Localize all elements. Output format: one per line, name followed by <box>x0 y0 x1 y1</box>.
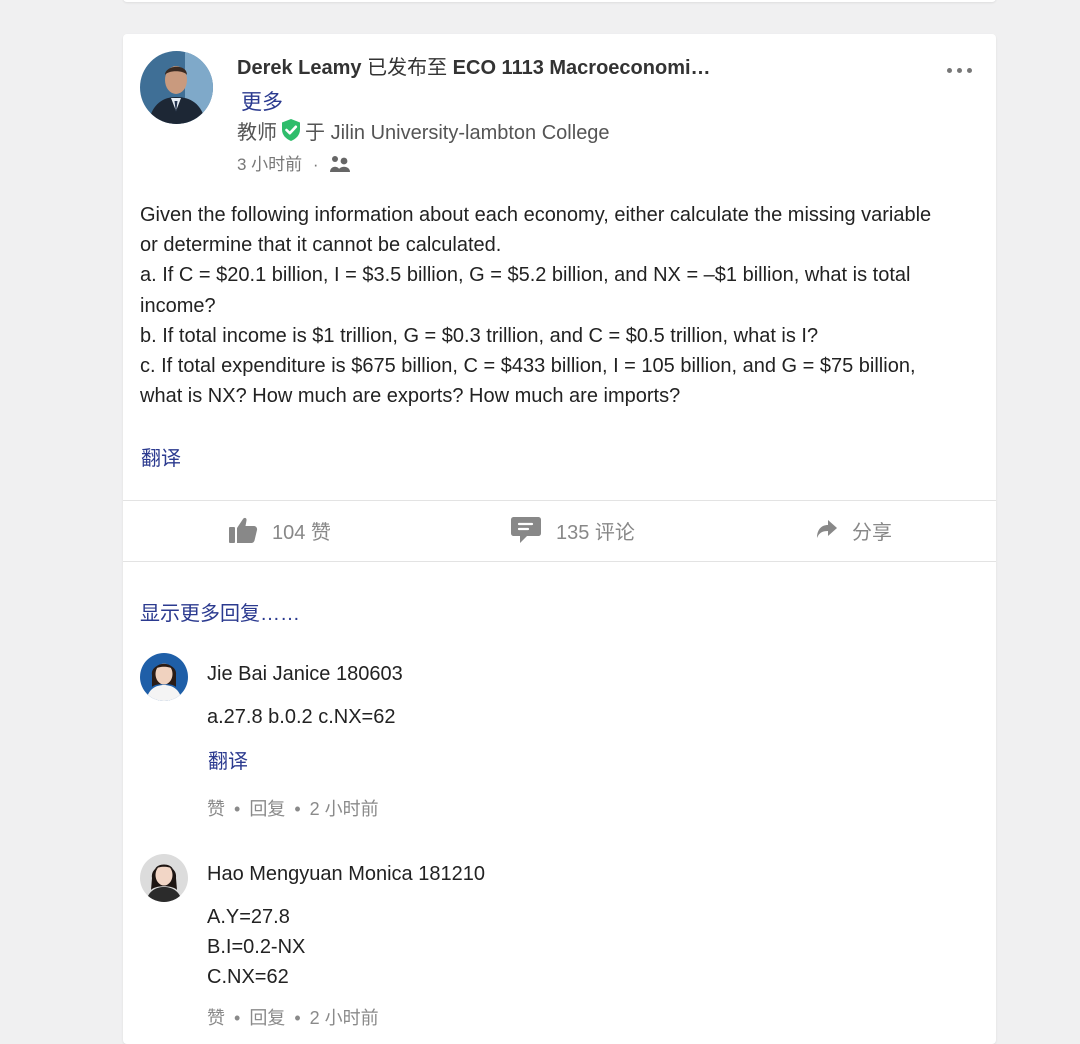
post-translate-link[interactable]: 翻译 <box>141 442 181 471</box>
commenter-avatar[interactable] <box>140 854 188 902</box>
thumbs-up-icon <box>228 516 272 544</box>
share-button[interactable]: 分享 <box>816 514 892 546</box>
comment-time: 2 小时前 <box>309 799 379 819</box>
header-more-link[interactable]: 更多 <box>241 86 283 116</box>
author-avatar[interactable] <box>140 51 213 124</box>
comment-like-link[interactable]: 赞 <box>207 799 225 819</box>
meta-bullet: • <box>294 799 301 819</box>
post-body-line: income? <box>140 294 216 317</box>
divider <box>123 500 996 501</box>
post-body-line: b. If total income is $1 trillion, G = $… <box>140 324 819 347</box>
like-button[interactable]: 104 赞 <box>228 514 331 546</box>
comment-like-link[interactable]: 赞 <box>207 1008 225 1028</box>
post-header: Derek Leamy 已发布至 ECO 1113 Macroeconomi… <box>237 55 797 81</box>
commenter-avatar-image <box>140 854 188 902</box>
meta-bullet: • <box>234 1008 241 1028</box>
comment-icon <box>510 515 556 545</box>
meta-separator: · <box>312 155 319 174</box>
comment-translate-link[interactable]: 翻译 <box>208 745 248 774</box>
like-count-label: 104 赞 <box>272 521 331 544</box>
comment-text-line: B.I=0.2-NX <box>207 936 306 958</box>
author-role-line: 教师 于 Jilin University-lambton College <box>237 116 610 148</box>
post-body-line: what is NX? How much are exports? How mu… <box>140 385 681 408</box>
post-body-line: Given the following information about ea… <box>140 204 932 226</box>
commenter-avatar[interactable] <box>140 653 188 701</box>
comment-button[interactable]: 135 评论 <box>510 514 635 546</box>
comment-text-line: a.27.8 b.0.2 c.NX=62 <box>207 706 396 728</box>
author-name[interactable]: Derek Leamy <box>237 57 362 79</box>
comment-time: 2 小时前 <box>309 1008 379 1028</box>
post-card: Derek Leamy 已发布至 ECO 1113 Macroeconomi… … <box>123 34 996 1044</box>
author-avatar-image <box>140 51 213 124</box>
post-time[interactable]: 3 小时前 <box>237 155 302 174</box>
meta-bullet: • <box>294 1008 301 1028</box>
comment-count-label: 135 评论 <box>556 521 635 544</box>
group-name[interactable]: ECO 1113 Macroeconomi… <box>453 57 711 79</box>
role-label: 教师 <box>237 122 277 144</box>
meta-bullet: • <box>234 799 241 819</box>
post-meta: 3 小时前 · <box>237 150 351 178</box>
comment-reply-link[interactable]: 回复 <box>249 1008 285 1028</box>
commenter-name[interactable]: Jie Bai Janice 180603 <box>207 663 403 686</box>
verified-check-icon <box>279 118 303 148</box>
show-more-replies-link[interactable]: 显示更多回复…… <box>140 597 300 626</box>
post-body-line: c. If total expenditure is $675 billion,… <box>140 355 916 378</box>
commenter-name[interactable]: Hao Mengyuan Monica 181210 <box>207 863 485 886</box>
role-connector: 于 <box>305 122 325 144</box>
share-label: 分享 <box>852 521 892 544</box>
comment-text-line: A.Y=27.8 <box>207 906 290 928</box>
divider <box>123 561 996 562</box>
previous-post-card-edge <box>123 0 996 2</box>
institution-name: Jilin University-lambton College <box>330 122 610 144</box>
post-options-ellipsis-icon[interactable] <box>947 62 975 78</box>
comment-reply-link[interactable]: 回复 <box>249 799 285 819</box>
comment-text-line: C.NX=62 <box>207 966 289 988</box>
group-visibility-icon <box>329 155 351 178</box>
share-arrow-icon <box>816 519 852 541</box>
posted-to-label: 已发布至 <box>367 57 448 79</box>
commenter-avatar-image <box>140 653 188 701</box>
post-body-line: a. If C = $20.1 billion, I = $3.5 billio… <box>140 264 911 287</box>
comment-meta: 赞 • 回复 • 2 小时前 <box>207 795 379 821</box>
post-body: Given the following information about ea… <box>140 200 980 411</box>
post-body-line: or determine that it cannot be calculate… <box>140 234 502 257</box>
comment-meta: 赞 • 回复 • 2 小时前 <box>207 1004 379 1030</box>
